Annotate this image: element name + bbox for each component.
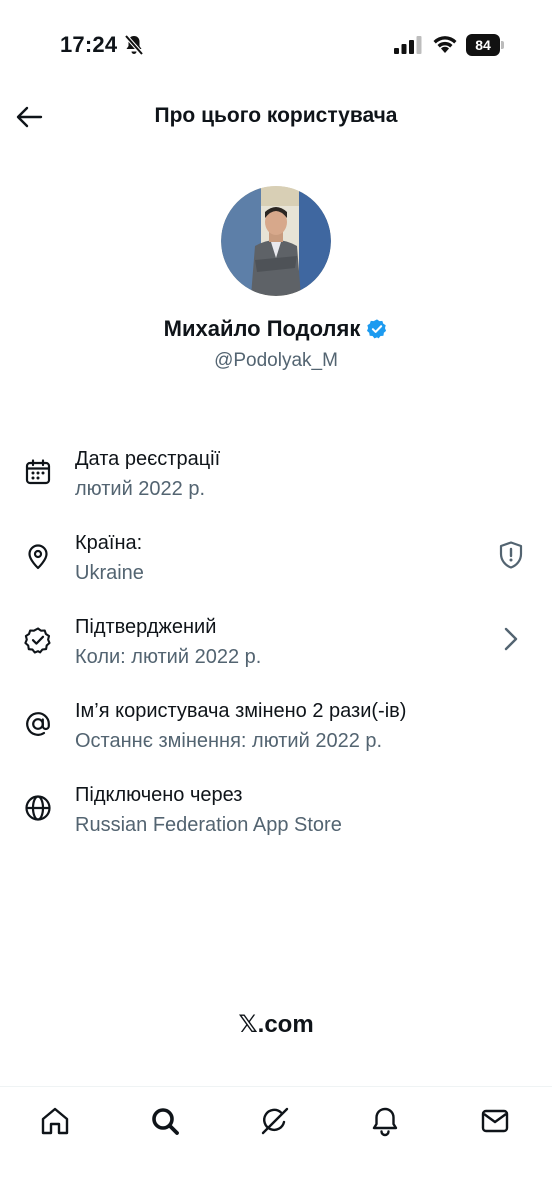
about-info-list: Дата реєстрації лютий 2022 р. Країна: Uk… (0, 442, 552, 862)
notifications-icon (372, 1107, 398, 1137)
info-title: Підключено через (75, 784, 243, 806)
info-title: Дата реєстрації (75, 448, 221, 470)
page-title: Про цього користувача (154, 104, 398, 127)
wifi-icon (433, 36, 457, 53)
list-item-connected-via: Підключено через Russian Federation App … (0, 778, 552, 862)
globe-icon (25, 795, 51, 821)
list-item-username-changes: Ім’я користувача змінено 2 рази(-ів) Ост… (0, 694, 552, 778)
calendar-icon (25, 459, 51, 485)
list-item-join-date: Дата реєстрації лютий 2022 р. (0, 442, 552, 526)
name-row: Михайло Подоляк (0, 316, 552, 342)
grok-icon (261, 1107, 289, 1135)
info-value: Ukraine (75, 562, 144, 584)
header: Про цього користувача (0, 90, 552, 144)
battery-tip (501, 41, 504, 49)
bell-muted-icon (124, 34, 144, 56)
bottom-tab-bar (0, 1086, 552, 1200)
tab-home[interactable] (37, 1103, 73, 1139)
shield-alert-icon (499, 541, 523, 569)
user-handle: @Podolyak_M (214, 350, 338, 371)
verified-details-button[interactable] (496, 624, 526, 654)
info-title: Підтверджений (75, 616, 217, 638)
tab-notifications[interactable] (367, 1103, 403, 1139)
tab-search[interactable] (147, 1103, 183, 1139)
info-value: Russian Federation App Store (75, 814, 342, 836)
messages-icon (481, 1109, 509, 1133)
avatar[interactable] (221, 186, 331, 296)
list-item-country: Країна: Ukraine (0, 526, 552, 610)
at-sign-icon (26, 712, 50, 736)
info-title: Ім’я користувача змінено 2 рази(-ів) (75, 700, 407, 722)
battery-indicator: 84 (466, 34, 504, 56)
list-item-verified[interactable]: Підтверджений Коли: лютий 2022 р. (0, 610, 552, 694)
info-value: Останнє змінення: лютий 2022 р. (75, 730, 383, 752)
tab-grok[interactable] (257, 1103, 293, 1139)
battery-level: 84 (466, 34, 500, 56)
chevron-right-icon (504, 627, 518, 651)
country-accuracy-button[interactable] (496, 540, 526, 570)
info-title: Країна: (75, 532, 143, 554)
status-time: 17:24 (60, 32, 118, 57)
info-value: лютий 2022 р. (75, 478, 206, 500)
location-pin-icon (28, 544, 48, 570)
verified-badge-icon[interactable] (366, 318, 388, 340)
verified-badge-outline-icon (24, 627, 51, 654)
status-bar: 17:24 84 (0, 0, 552, 90)
search-icon (152, 1108, 179, 1135)
cellular-signal-icon (394, 36, 422, 54)
info-value: Коли: лютий 2022 р. (75, 646, 262, 668)
tab-messages[interactable] (477, 1103, 513, 1139)
x-com-link[interactable]: 𝕏.com (0, 1010, 552, 1039)
profile-section: Михайло Подоляк @Podolyak_M (0, 186, 552, 372)
display-name: Михайло Подоляк (163, 316, 361, 341)
home-icon (41, 1107, 69, 1135)
